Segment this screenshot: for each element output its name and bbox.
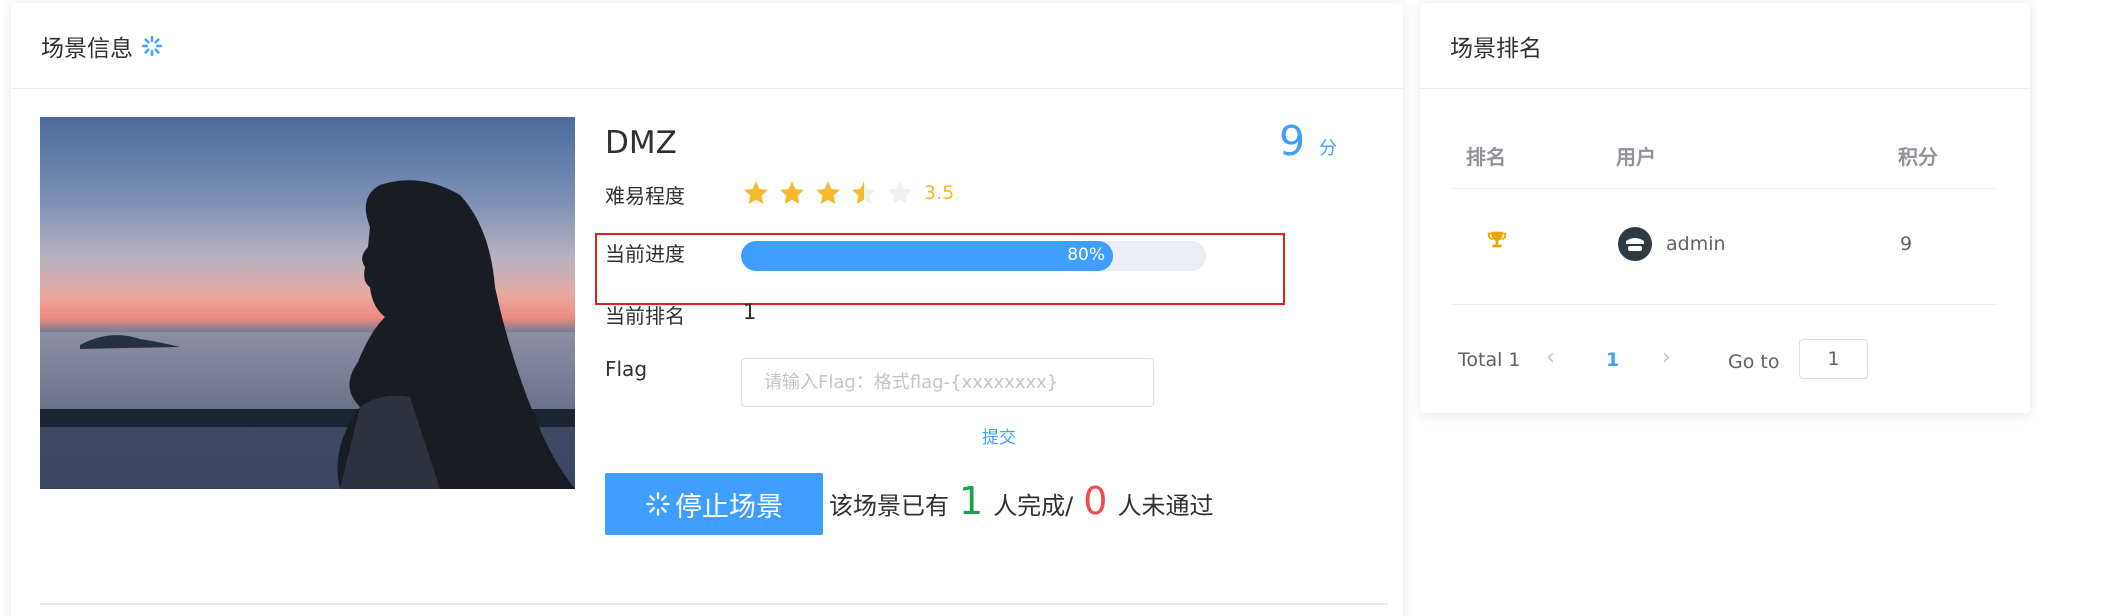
table-row[interactable]: admin 9 (1452, 189, 1998, 305)
stop-scene-label: 停止场景 (675, 491, 783, 523)
progress-bar-fill: 80% (741, 241, 1113, 271)
difficulty-value: 3.5 (924, 182, 955, 204)
loading-icon (141, 35, 163, 57)
score-unit: 分 (1319, 138, 1337, 159)
ranking-header: 场景排名 (1420, 3, 2030, 89)
summary-middle: 人完成/ (993, 492, 1074, 520)
next-page-icon[interactable]: › (1662, 345, 1671, 370)
column-score: 积分 (1898, 145, 1938, 169)
ranking-table: 排名 用户 积分 admin 9 (1452, 117, 1998, 305)
prev-page-icon[interactable]: ‹ (1546, 345, 1555, 370)
stop-scene-button[interactable]: 停止场景 (605, 473, 823, 535)
summary-suffix: 人未通过 (1117, 492, 1214, 520)
scene-details: DMZ 9 分 难易程度 3.5 当前进度 80% 当前排名 1 Flag 请输… (595, 117, 1385, 547)
failed-count: 0 (1083, 479, 1108, 523)
section-divider (40, 603, 1388, 605)
scene-cover-image (40, 117, 575, 489)
progress-label: 当前进度 (605, 242, 685, 266)
summary-prefix: 该场景已有 (829, 492, 949, 520)
star-icon (780, 181, 804, 204)
empty-star-icon (888, 181, 912, 204)
pagination-total: Total 1 (1458, 349, 1521, 371)
scene-name: DMZ (605, 125, 677, 161)
flag-input[interactable] (741, 358, 1154, 407)
progress-text: 80% (1067, 245, 1105, 265)
goto-page-input[interactable] (1799, 339, 1868, 379)
pagination: Total 1 ‹ 1 › Go to (1458, 339, 2018, 383)
ranking-user-score: 9 (1900, 233, 1913, 255)
rank-value: 1 (743, 300, 757, 324)
trophy-icon (1486, 229, 1508, 256)
completed-count: 1 (959, 479, 984, 523)
column-rank: 排名 (1466, 145, 1506, 169)
submit-flag-link[interactable]: 提交 (982, 423, 1016, 448)
flag-label: Flag (605, 357, 648, 381)
ranking-user-name: admin (1666, 233, 1726, 255)
scene-ranking-card: 场景排名 排名 用户 积分 admin 9 Total 1 ‹ 1 › Go t… (1420, 3, 2030, 413)
difficulty-rating: 3.5 (742, 179, 954, 207)
table-header: 排名 用户 积分 (1452, 117, 1998, 189)
half-star-icon (852, 181, 876, 204)
scene-score: 9 (1279, 117, 1306, 165)
goto-label: Go to (1728, 351, 1780, 373)
rank-label: 当前排名 (605, 304, 685, 328)
ranking-title: 场景排名 (1450, 35, 1542, 62)
difficulty-label: 难易程度 (605, 184, 685, 208)
scene-info-title: 场景信息 (41, 35, 133, 62)
page-number-current[interactable]: 1 (1606, 349, 1619, 371)
user-avatar-icon (1618, 227, 1652, 266)
column-user: 用户 (1616, 145, 1656, 169)
scene-info-header: 场景信息 (11, 3, 1403, 89)
scene-info-card: 场景信息 DMZ 9 分 难易程度 3.5 当前进度 80% 当前排名 1 Fl… (11, 3, 1403, 616)
scene-summary: 该场景已有 1 人完成/ 0 人未通过 (829, 479, 1213, 523)
loading-icon (646, 492, 670, 516)
star-icon (744, 181, 768, 204)
progress-bar: 80% (741, 241, 1206, 271)
star-icon (816, 181, 840, 204)
